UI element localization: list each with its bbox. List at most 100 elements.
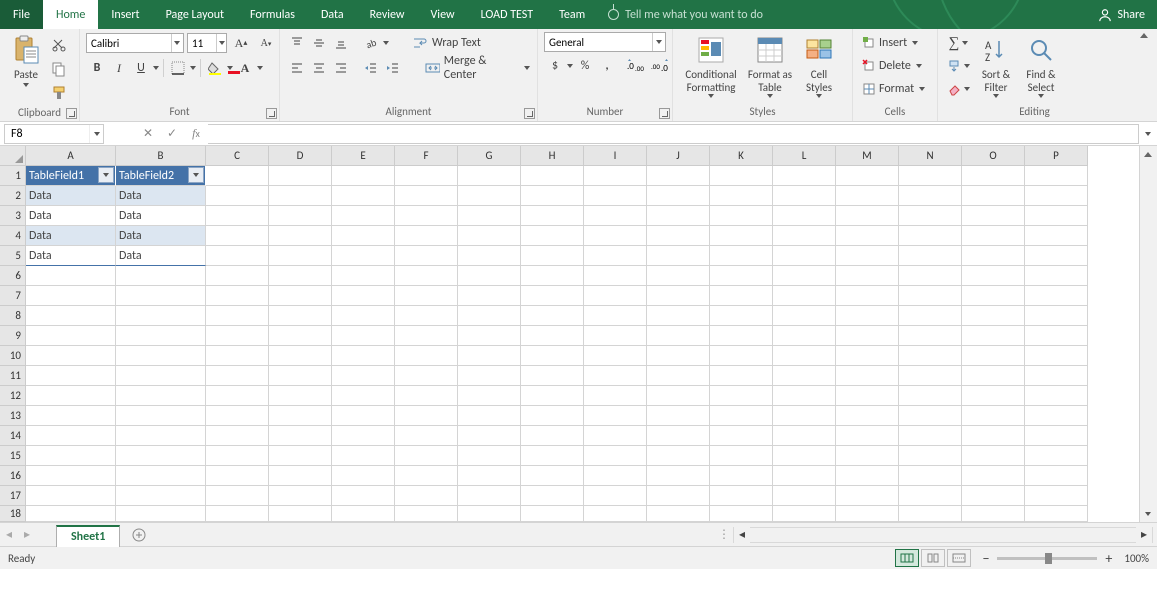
font-size-input[interactable] — [188, 37, 216, 50]
filter-button[interactable] — [188, 167, 204, 183]
zoom-level[interactable]: 100% — [1124, 552, 1149, 565]
zoom-knob[interactable] — [1045, 553, 1052, 564]
zoom-in-button[interactable]: + — [1105, 550, 1112, 567]
scroll-up-button[interactable] — [1140, 146, 1156, 162]
name-box[interactable] — [4, 124, 104, 144]
zoom-slider[interactable] — [997, 557, 1097, 560]
scroll-right-button[interactable]: ▸ — [1136, 527, 1152, 543]
fill-dd[interactable] — [226, 66, 234, 70]
namebox-dd[interactable] — [89, 125, 103, 143]
zoom-out-button[interactable]: − — [982, 550, 989, 567]
row-header[interactable]: 4 — [0, 226, 26, 246]
fontcolor-dd[interactable] — [256, 66, 264, 70]
paste-button[interactable]: Paste — [6, 32, 46, 89]
row-header[interactable]: 12 — [0, 386, 26, 406]
normal-view-button[interactable] — [895, 549, 919, 567]
insert-function-button[interactable]: fx — [184, 123, 208, 145]
autosum-button[interactable]: ∑ — [944, 32, 974, 54]
row-header[interactable]: 1 — [0, 166, 26, 186]
sort-filter-button[interactable]: AZ Sort & Filter — [974, 32, 1018, 100]
col-header[interactable]: D — [269, 146, 332, 166]
align-center-button[interactable] — [308, 57, 330, 79]
table-header-cell[interactable]: TableField2 — [116, 166, 206, 186]
decrease-decimal-button[interactable]: .00.0 — [648, 55, 672, 77]
increase-decimal-button[interactable]: .0.00 — [624, 55, 648, 77]
underline-dd[interactable] — [152, 66, 160, 70]
conditional-formatting-button[interactable]: Conditional Formatting — [679, 32, 743, 100]
row-header[interactable]: 8 — [0, 306, 26, 326]
new-sheet-button[interactable] — [128, 524, 150, 546]
share-button[interactable]: Share — [1086, 0, 1157, 29]
row-header[interactable]: 13 — [0, 406, 26, 426]
tab-home[interactable]: Home — [43, 0, 98, 29]
cut-button[interactable] — [48, 34, 70, 56]
row-header[interactable]: 5 — [0, 246, 26, 266]
col-header[interactable]: M — [836, 146, 899, 166]
tab-team[interactable]: Team — [546, 0, 598, 29]
align-bottom-button[interactable] — [330, 32, 352, 54]
col-header[interactable]: N — [899, 146, 962, 166]
cancel-formula-button[interactable]: ✕ — [136, 123, 160, 145]
enter-formula-button[interactable]: ✓ — [160, 123, 184, 145]
col-header[interactable]: A — [26, 146, 116, 166]
comma-format-button[interactable]: , — [596, 55, 618, 77]
page-break-view-button[interactable] — [947, 549, 971, 567]
align-top-button[interactable] — [286, 32, 308, 54]
row-header[interactable]: 17 — [0, 486, 26, 506]
sheet-nav-next[interactable]: ▸ — [18, 525, 36, 545]
merge-dd[interactable] — [523, 66, 531, 70]
row-header[interactable]: 16 — [0, 466, 26, 486]
tell-me-search[interactable]: Tell me what you want to do — [598, 0, 773, 29]
tab-view[interactable]: View — [418, 0, 468, 29]
cell[interactable]: Data — [116, 186, 206, 206]
scroll-left-button[interactable]: ◂ — [734, 527, 750, 543]
col-header[interactable]: J — [647, 146, 710, 166]
expand-formula-bar[interactable] — [1139, 132, 1157, 136]
cell[interactable]: Data — [26, 246, 116, 266]
sheet-tab[interactable]: Sheet1 — [56, 525, 120, 547]
col-header[interactable]: K — [710, 146, 773, 166]
row-header[interactable]: 9 — [0, 326, 26, 346]
acct-dd[interactable] — [566, 64, 574, 68]
font-dialog-launcher[interactable] — [266, 108, 277, 119]
font-name-combo[interactable] — [86, 33, 184, 53]
col-header[interactable]: L — [773, 146, 836, 166]
vertical-scrollbar[interactable] — [1139, 146, 1157, 522]
select-all-corner[interactable] — [0, 146, 26, 166]
row-header[interactable]: 10 — [0, 346, 26, 366]
col-header[interactable]: F — [395, 146, 458, 166]
tab-insert[interactable]: Insert — [98, 0, 152, 29]
tab-data[interactable]: Data — [308, 0, 357, 29]
row-header[interactable]: 11 — [0, 366, 26, 386]
borders-dd[interactable] — [189, 66, 197, 70]
page-layout-view-button[interactable] — [921, 549, 945, 567]
number-format-combo[interactable] — [544, 32, 666, 52]
cell[interactable]: Data — [116, 206, 206, 226]
col-header[interactable]: B — [116, 146, 206, 166]
col-header[interactable]: C — [206, 146, 269, 166]
borders-button[interactable] — [167, 57, 189, 79]
horizontal-scrollbar[interactable]: ◂ ▸ — [733, 527, 1153, 543]
underline-button[interactable]: U — [130, 57, 152, 79]
insert-cells-button[interactable]: Insert — [859, 32, 922, 54]
font-name-input[interactable] — [87, 37, 171, 50]
tab-file[interactable]: File — [0, 0, 43, 29]
col-header[interactable]: H — [521, 146, 584, 166]
row-header[interactable]: 15 — [0, 446, 26, 466]
clear-button[interactable] — [944, 78, 974, 100]
cells-area[interactable]: TableField1 TableField2 DataData DataDat… — [26, 166, 1139, 522]
format-as-table-button[interactable]: Format as Table — [743, 32, 797, 100]
col-header[interactable]: E — [332, 146, 395, 166]
table-header-cell[interactable]: TableField1 — [26, 166, 116, 186]
tab-split-handle[interactable]: ⋮ — [721, 525, 727, 545]
filter-button[interactable] — [98, 167, 114, 183]
row-header[interactable]: 2 — [0, 186, 26, 206]
tab-loadtest[interactable]: LOAD TEST — [468, 0, 547, 29]
tab-page-layout[interactable]: Page Layout — [153, 0, 237, 29]
orient-dd[interactable] — [382, 41, 390, 45]
merge-center-button[interactable]: Merge & Center — [419, 57, 524, 79]
increase-indent-button[interactable] — [382, 57, 404, 79]
cell[interactable]: Data — [26, 186, 116, 206]
format-cells-button[interactable]: Format — [859, 78, 929, 100]
tab-review[interactable]: Review — [357, 0, 418, 29]
